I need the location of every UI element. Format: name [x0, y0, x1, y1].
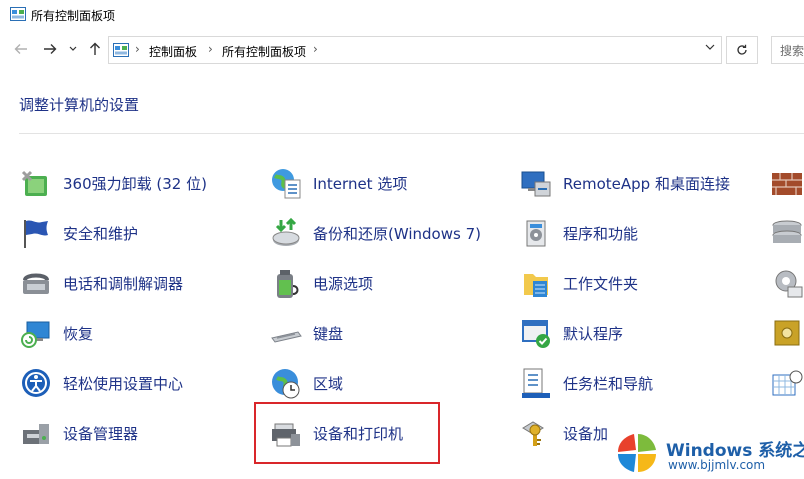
item-label: 程序和功能	[563, 224, 639, 243]
power-icon	[277, 270, 299, 298]
item-label: 电源选项	[313, 274, 374, 293]
item-region[interactable]: 区域	[269, 363, 343, 403]
search-placeholder: 搜索	[780, 44, 804, 58]
item-label: Internet 选项	[313, 174, 408, 193]
item-label: 电话和调制解调器	[63, 274, 184, 293]
item-power-options[interactable]: 电源选项	[269, 263, 373, 303]
breadcrumb-separator[interactable]: ›	[208, 42, 213, 56]
refresh-icon	[737, 44, 747, 55]
remote-desktop-icon	[521, 171, 551, 197]
control-panel-icon	[113, 43, 129, 57]
arrow-left-icon	[14, 44, 27, 54]
chevron-down-icon	[69, 46, 77, 51]
programs-icon	[526, 220, 546, 247]
storage-icon[interactable]	[770, 217, 804, 249]
item-work-folders[interactable]: 工作文件夹	[519, 263, 638, 303]
item-label: 工作文件夹	[563, 274, 639, 293]
arrow-up-icon	[90, 42, 100, 55]
item-label: 轻松使用设置中心	[63, 374, 184, 393]
highlight-box	[254, 402, 440, 464]
windows-logo-icon	[618, 434, 656, 472]
keyboard-icon	[271, 331, 302, 343]
taskbar-icon	[522, 368, 550, 398]
default-programs-icon	[522, 320, 550, 348]
item-keyboard[interactable]: 键盘	[269, 313, 343, 353]
uninstall-icon	[21, 170, 47, 196]
item-remoteapp[interactable]: RemoteApp 和桌面连接	[519, 163, 730, 203]
page-heading: 调整计算机的设置	[19, 96, 140, 114]
work-folder-icon	[524, 274, 548, 297]
breadcrumb-separator[interactable]: ›	[313, 42, 318, 56]
item-backup-restore[interactable]: 备份和还原(Windows 7)	[269, 213, 481, 253]
item-device-add[interactable]: 设备加	[519, 413, 608, 453]
ease-of-access-icon	[22, 369, 50, 397]
arrow-right-icon	[44, 44, 57, 54]
item-label: 设备加	[563, 424, 609, 443]
item-label: 任务栏和导航	[563, 374, 654, 393]
device-add-icon	[522, 421, 544, 446]
recent-locations-button[interactable]	[66, 40, 80, 58]
watermark-url: www.bjjmlv.com	[668, 458, 766, 472]
window-title: 所有控制面板项	[31, 9, 116, 23]
up-button[interactable]	[86, 40, 104, 58]
back-button[interactable]	[12, 40, 30, 58]
safe-icon[interactable]	[770, 317, 804, 349]
date-time-icon[interactable]	[770, 367, 804, 399]
item-360-uninstall[interactable]: 360强力卸载 (32 位)	[19, 163, 207, 203]
region-clock-icon	[272, 369, 300, 399]
recovery-icon	[21, 321, 50, 348]
item-taskbar-navigation[interactable]: 任务栏和导航	[519, 363, 653, 403]
title-bar: 所有控制面板项	[0, 0, 804, 30]
chevron-down-icon[interactable]	[705, 44, 715, 51]
item-label: 360强力卸载 (32 位)	[63, 174, 207, 193]
search-input[interactable]: 搜索	[771, 36, 804, 64]
item-label: RemoteApp 和桌面连接	[563, 174, 730, 193]
system-gear-icon[interactable]	[770, 267, 804, 299]
backup-icon	[272, 217, 300, 246]
refresh-button[interactable]	[726, 36, 758, 64]
firewall-icon[interactable]	[770, 167, 804, 199]
forward-button[interactable]	[41, 40, 59, 58]
internet-globe-icon	[272, 169, 301, 199]
item-internet-options[interactable]: Internet 选项	[269, 163, 407, 203]
item-label: 键盘	[313, 324, 344, 343]
watermark: Windows 系统之家 www.bjjmlv.com	[612, 426, 804, 479]
item-security-maintenance[interactable]: 安全和维护	[19, 213, 138, 253]
item-label: 设备管理器	[63, 424, 139, 443]
breadcrumb-separator[interactable]: ›	[135, 42, 140, 56]
item-phone-modem[interactable]: 电话和调制解调器	[19, 263, 183, 303]
item-label: 默认程序	[563, 324, 624, 343]
item-recovery[interactable]: 恢复	[19, 313, 93, 353]
phone-modem-icon	[23, 273, 49, 294]
divider	[19, 133, 804, 134]
item-label: 区域	[313, 374, 344, 393]
item-label: 安全和维护	[63, 224, 139, 243]
item-default-programs[interactable]: 默认程序	[519, 313, 623, 353]
navigation-bar: › 控制面板 › 所有控制面板项 › 搜索	[0, 34, 804, 66]
address-bar[interactable]: › 控制面板 › 所有控制面板项 ›	[108, 36, 722, 64]
breadcrumb-control-panel[interactable]: 控制面板	[149, 43, 197, 60]
item-device-manager[interactable]: 设备管理器	[19, 413, 138, 453]
item-programs-features[interactable]: 程序和功能	[519, 213, 638, 253]
security-flag-icon	[24, 220, 48, 248]
device-manager-icon	[23, 424, 49, 444]
item-ease-of-access[interactable]: 轻松使用设置中心	[19, 363, 183, 403]
item-label: 恢复	[63, 324, 94, 343]
breadcrumb-all-items[interactable]: 所有控制面板项	[222, 43, 306, 60]
control-panel-icon	[10, 7, 26, 21]
item-label: 备份和还原(Windows 7)	[313, 224, 481, 243]
